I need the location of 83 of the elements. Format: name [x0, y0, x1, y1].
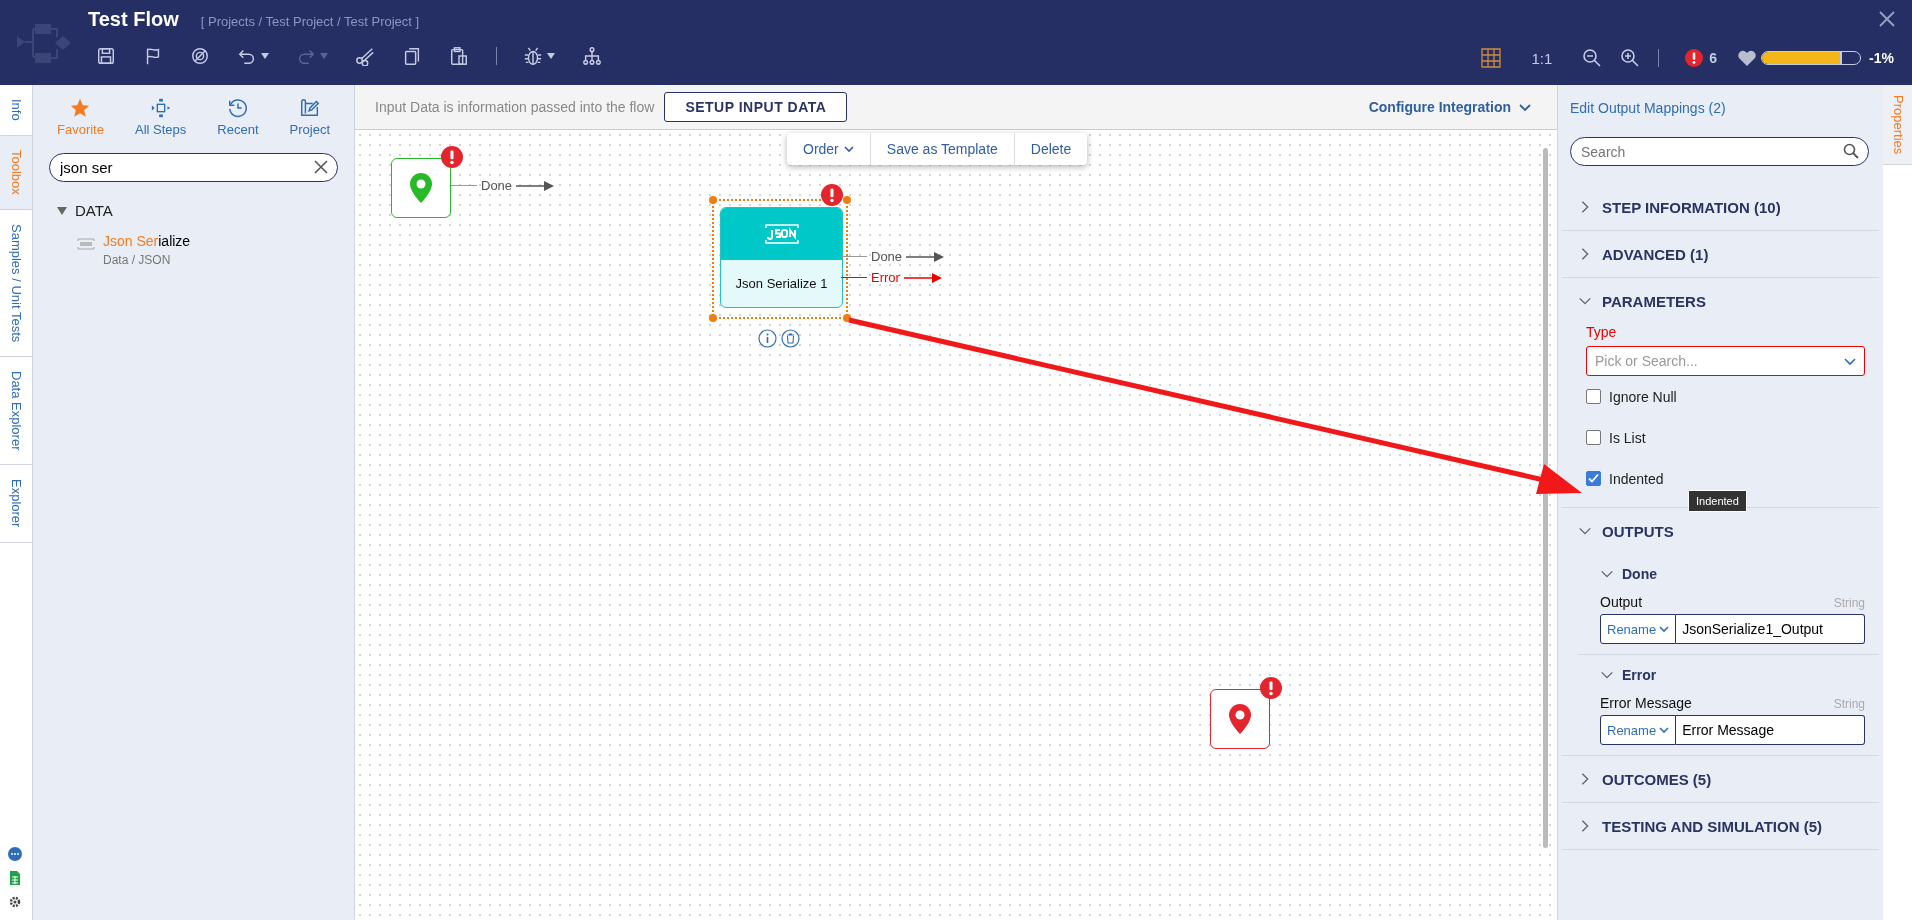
flow-title: Test Flow — [88, 8, 179, 31]
caret-icon[interactable] — [547, 53, 555, 59]
outcome-group-header[interactable]: Error — [1622, 667, 1657, 683]
caret-icon[interactable] — [261, 53, 269, 59]
history-icon — [226, 97, 249, 119]
properties-search-field[interactable]: Search — [1570, 137, 1869, 166]
section-header[interactable]: OUTCOMES (5) — [1602, 770, 1712, 788]
output-name-field[interactable]: Error Message — [1676, 715, 1865, 745]
field-label: Error Message — [1600, 695, 1692, 711]
json-icon — [77, 238, 95, 250]
chevron-down-icon[interactable] — [1519, 101, 1531, 113]
toolbox-search-field[interactable]: json ser — [49, 153, 338, 182]
menu-item[interactable]: Save as Template — [870, 133, 1015, 165]
clipboard-button[interactable] — [449, 44, 469, 68]
checkbox[interactable] — [1586, 430, 1601, 445]
section-header[interactable]: ADVANCED (1) — [1602, 245, 1709, 263]
triangle-down-icon[interactable] — [57, 206, 67, 215]
setup-input-data-button[interactable]: SETUP INPUT DATA — [664, 92, 848, 122]
hierarchy-button[interactable] — [582, 44, 602, 68]
section-header[interactable]: TESTING AND SIMULATION (5) — [1602, 817, 1822, 835]
blueprint-icon — [298, 97, 321, 119]
flow-steps-icon — [149, 97, 172, 119]
category-tab[interactable]: Recent — [217, 97, 259, 137]
menu-item[interactable]: Order — [787, 133, 871, 165]
info-text: Input Data is information passed into the flow — [375, 99, 655, 115]
error-count[interactable]: 6 — [1709, 50, 1718, 66]
chevron-down-icon[interactable] — [1659, 725, 1670, 735]
close-icon[interactable] — [1878, 10, 1896, 28]
settings-icon[interactable] — [7, 894, 23, 910]
scrollbar[interactable] — [1543, 148, 1548, 848]
edit-output-mappings-link[interactable]: Edit Output Mappings (2) — [1558, 100, 1726, 116]
outcome-connector[interactable]: Done — [841, 249, 947, 264]
menu-item[interactable]: Delete — [1014, 133, 1088, 165]
breadcrumb: [ Projects / Test Project / Test Project ] — [200, 14, 420, 29]
location-pin-icon — [410, 173, 432, 203]
checkbox-label: Is List — [1609, 429, 1646, 446]
error-icon — [1685, 49, 1704, 67]
chevron-down-icon[interactable] — [843, 144, 854, 154]
trash-icon[interactable] — [781, 329, 800, 348]
section-header[interactable]: OUTPUTS — [1602, 522, 1674, 540]
configure-integration-button[interactable]: Configure Integration — [1362, 98, 1537, 116]
chevron-down-icon[interactable] — [1659, 624, 1670, 634]
outcome-connector[interactable]: Error — [841, 270, 947, 285]
json-icon — [763, 223, 800, 245]
step-item[interactable]: Json Serialize — [103, 233, 191, 249]
zoom-in-icon[interactable] — [1620, 48, 1641, 68]
category-tab[interactable]: All Steps — [135, 97, 187, 137]
checkbox-label: Indented — [1609, 470, 1664, 487]
step-path: Data / JSON — [103, 253, 172, 267]
chat-icon[interactable] — [7, 846, 23, 862]
zoom-out-icon[interactable] — [1582, 48, 1603, 68]
section-header[interactable]: STEP INFORMATION (10) — [1602, 198, 1781, 216]
type-label: String — [1833, 596, 1865, 610]
start-node[interactable] — [391, 158, 451, 218]
end-node[interactable] — [1210, 689, 1270, 749]
bug-icon[interactable] — [523, 46, 543, 66]
step-title: Json Serialize 1 — [734, 275, 829, 293]
actual-size-button[interactable]: 1:1 — [1531, 49, 1553, 67]
location-pin-icon — [1229, 704, 1251, 734]
tooltip: Indented — [1688, 490, 1747, 512]
clear-icon[interactable] — [314, 160, 328, 174]
group-label: DATA — [75, 202, 113, 219]
rename-dropdown[interactable]: Rename — [1600, 614, 1677, 644]
outcome-group-header[interactable]: Done — [1622, 566, 1657, 582]
heart-icon — [1737, 49, 1758, 67]
grid-icon[interactable] — [1481, 48, 1502, 68]
search-icon[interactable] — [1843, 143, 1859, 159]
outcome-connector[interactable]: Done — [451, 178, 557, 193]
checkbox[interactable] — [1586, 471, 1601, 486]
checkbox[interactable] — [1586, 389, 1601, 404]
rename-dropdown[interactable]: Rename — [1600, 715, 1677, 745]
step-node[interactable]: Json Serialize 1 — [720, 207, 843, 308]
info-icon[interactable] — [758, 329, 777, 348]
chevron-down-icon[interactable] — [1844, 355, 1856, 367]
type-label: String — [1833, 697, 1865, 711]
spreadsheet-icon[interactable] — [7, 870, 23, 886]
section-header[interactable]: PARAMETERS — [1602, 292, 1706, 310]
health-reading: -1% — [1869, 50, 1894, 66]
output-name-field[interactable]: JsonSerialize1_Output — [1676, 614, 1865, 644]
field-label: Output — [1600, 594, 1643, 610]
category-tab[interactable]: Project — [289, 97, 330, 137]
field-label: Type — [1586, 324, 1618, 340]
checkbox-label: Ignore Null — [1609, 388, 1677, 405]
